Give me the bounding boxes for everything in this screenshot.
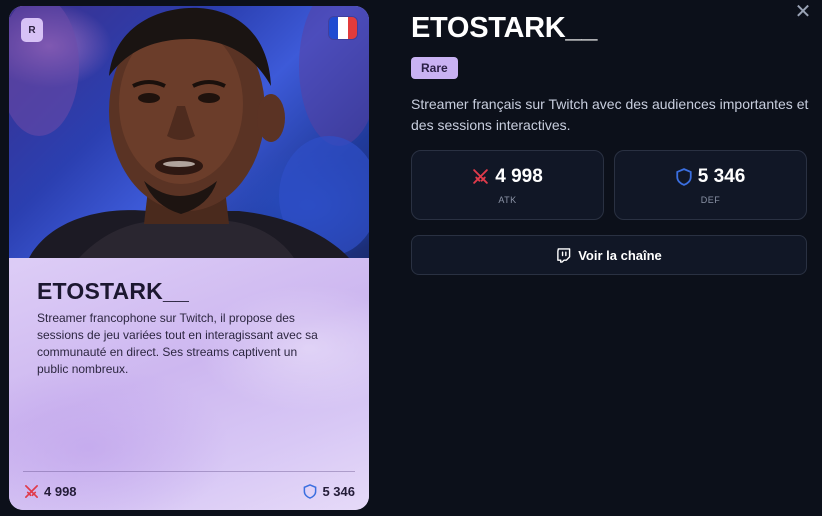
card-atk-stat: 4 998	[24, 484, 77, 499]
card-atk-value: 4 998	[44, 484, 77, 499]
rarity-badge: Rare	[411, 57, 458, 79]
shield-icon	[676, 167, 692, 186]
card-divider	[23, 471, 355, 472]
close-icon[interactable]: ✕	[792, 0, 814, 23]
rarity-chip: R	[21, 18, 43, 42]
atk-value: 4 998	[495, 165, 543, 187]
card-def-value: 5 346	[322, 484, 355, 499]
twitch-icon	[557, 247, 571, 263]
atk-label: ATK	[498, 194, 517, 205]
page-title: ETOSTARK__	[411, 12, 598, 44]
def-value: 5 346	[697, 165, 746, 187]
view-channel-button[interactable]: Voir la chaîne	[411, 235, 807, 275]
crossed-swords-icon	[25, 485, 38, 498]
shield-icon	[304, 484, 317, 499]
card-name: ETOSTARK__	[37, 278, 189, 304]
player-card: R ETOSTARK__ Streamer francophone sur Tw…	[9, 6, 369, 510]
streamer-description: Streamer français sur Twitch avec des au…	[411, 96, 809, 133]
def-stat-box: 5 346 DEF	[614, 150, 807, 220]
card-def-stat: 5 346	[303, 484, 355, 499]
crossed-swords-icon	[473, 169, 489, 184]
streamer-portrait	[9, 6, 369, 258]
view-channel-label: Voir la chaîne	[578, 247, 662, 263]
france-flag-icon	[329, 17, 357, 39]
card-description: Streamer francophone sur Twitch, il prop…	[37, 311, 318, 376]
card-body: ETOSTARK__ Streamer francophone sur Twit…	[9, 258, 369, 510]
card-detail-modal: ✕ R ETOSTARK__ Streamer francophone sur …	[0, 0, 822, 516]
def-label: DEF	[700, 194, 721, 205]
atk-stat-box: 4 998 ATK	[411, 150, 604, 220]
card-photo: R	[9, 6, 369, 258]
